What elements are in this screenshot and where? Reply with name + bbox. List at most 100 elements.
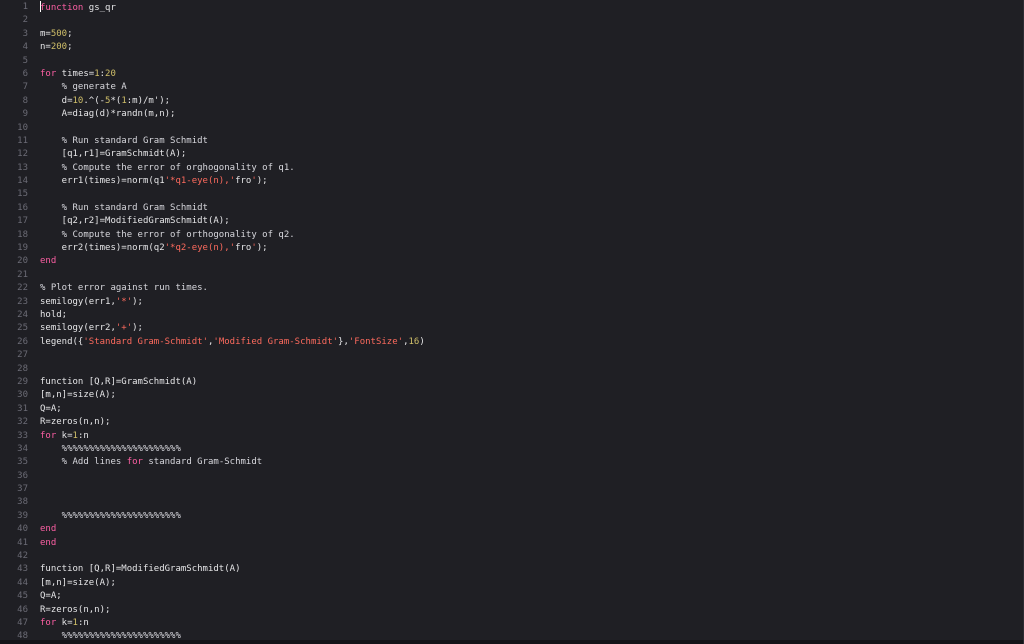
code-line[interactable]: 42 bbox=[0, 550, 1023, 563]
code-line[interactable]: 11 % Run standard Gram Schmidt bbox=[0, 135, 1023, 148]
code-line[interactable]: 27 bbox=[0, 349, 1023, 362]
line-text[interactable]: Q=A; bbox=[28, 590, 62, 603]
code-line[interactable]: 8 d=10.^(-5*(1:m)/m'); bbox=[0, 95, 1023, 108]
line-text[interactable]: % generate A bbox=[28, 81, 127, 94]
code-line[interactable]: 21 bbox=[0, 269, 1023, 282]
line-text[interactable]: function [Q,R]=GramSchmidt(A) bbox=[28, 376, 197, 389]
code-line[interactable]: 4 n=200; bbox=[0, 41, 1023, 54]
code-line[interactable]: 3 m=500; bbox=[0, 28, 1023, 41]
code-line[interactable]: 33 for k=1:n bbox=[0, 430, 1023, 443]
line-text[interactable]: % Compute the error of orghogonality of … bbox=[28, 162, 295, 175]
line-text[interactable]: Q=A; bbox=[28, 403, 62, 416]
code-line[interactable]: 31 Q=A; bbox=[0, 403, 1023, 416]
code-line[interactable]: 41 end bbox=[0, 537, 1023, 550]
line-text[interactable]: end bbox=[28, 255, 56, 268]
line-text[interactable]: A=diag(d)*randn(m,n); bbox=[28, 108, 176, 121]
code-line[interactable]: 32 R=zeros(n,n); bbox=[0, 416, 1023, 429]
code-line[interactable]: 39 %%%%%%%%%%%%%%%%%%%%%% bbox=[0, 510, 1023, 523]
code-line[interactable]: 1 function gs_qr bbox=[0, 1, 1023, 14]
line-text[interactable]: % Run standard Gram Schmidt bbox=[28, 202, 208, 215]
line-text[interactable]: % Plot error against run times. bbox=[28, 282, 208, 295]
code-line[interactable]: 47 for k=1:n bbox=[0, 617, 1023, 630]
code-line[interactable]: 29 function [Q,R]=GramSchmidt(A) bbox=[0, 376, 1023, 389]
line-text[interactable]: [m,n]=size(A); bbox=[28, 389, 116, 402]
code-line[interactable]: 2 bbox=[0, 14, 1023, 27]
code-line[interactable]: 26 legend({'Standard Gram-Schmidt','Modif… bbox=[0, 336, 1023, 349]
code-line[interactable]: 38 bbox=[0, 496, 1023, 509]
code-line[interactable]: 13 % Compute the error of orghogonality … bbox=[0, 162, 1023, 175]
line-text[interactable]: m=500; bbox=[28, 28, 73, 41]
line-text[interactable]: n=200; bbox=[28, 41, 73, 54]
code-line[interactable]: 15 bbox=[0, 188, 1023, 201]
line-text[interactable] bbox=[28, 483, 40, 496]
line-text[interactable]: legend({'Standard Gram-Schmidt','Modifie… bbox=[28, 336, 425, 349]
line-text[interactable]: % Compute the error of orthogonality of … bbox=[28, 229, 295, 242]
line-text[interactable]: err1(times)=norm(q1'*q1-eye(n),'fro'); bbox=[28, 175, 268, 188]
code-line[interactable]: 36 bbox=[0, 470, 1023, 483]
line-text[interactable] bbox=[28, 363, 40, 376]
line-text[interactable]: %%%%%%%%%%%%%%%%%%%%%% bbox=[28, 630, 181, 643]
code-line[interactable]: 9 A=diag(d)*randn(m,n); bbox=[0, 108, 1023, 121]
line-text[interactable]: end bbox=[28, 537, 56, 550]
line-text[interactable]: for k=1:n bbox=[28, 617, 89, 630]
line-text[interactable]: [m,n]=size(A); bbox=[28, 577, 116, 590]
code-line[interactable]: 35 % Add lines for standard Gram-Schmidt bbox=[0, 456, 1023, 469]
code-line[interactable]: 6 for times=1:20 bbox=[0, 68, 1023, 81]
code-line[interactable]: 10 bbox=[0, 122, 1023, 135]
line-text[interactable] bbox=[28, 550, 40, 563]
code-line[interactable]: 12 [q1,r1]=GramSchmidt(A); bbox=[0, 148, 1023, 161]
code-line[interactable]: 34 %%%%%%%%%%%%%%%%%%%%%% bbox=[0, 443, 1023, 456]
code-line[interactable]: 23 semilogy(err1,'*'); bbox=[0, 296, 1023, 309]
line-text[interactable] bbox=[28, 122, 40, 135]
code-line[interactable]: 40 end bbox=[0, 523, 1023, 536]
code-line[interactable]: 45 Q=A; bbox=[0, 590, 1023, 603]
line-number: 9 bbox=[22, 109, 28, 120]
line-text[interactable]: for k=1:n bbox=[28, 430, 89, 443]
line-text[interactable] bbox=[28, 14, 40, 27]
code-line[interactable]: 48 %%%%%%%%%%%%%%%%%%%%%% bbox=[0, 630, 1023, 643]
line-text[interactable] bbox=[28, 269, 40, 282]
code-area[interactable]: 1 function gs_qr 2 3 m=500; 4 n=200; 5 6 for time… bbox=[0, 1, 1023, 644]
code-line[interactable]: 22 % Plot error against run times. bbox=[0, 282, 1023, 295]
line-text[interactable]: semilogy(err2,'+'); bbox=[28, 322, 143, 335]
line-text[interactable]: err2(times)=norm(q2'*q2-eye(n),'fro'); bbox=[28, 242, 268, 255]
line-text[interactable] bbox=[28, 470, 40, 483]
line-text[interactable]: semilogy(err1,'*'); bbox=[28, 296, 143, 309]
line-text[interactable]: %%%%%%%%%%%%%%%%%%%%%% bbox=[28, 510, 181, 523]
line-text[interactable]: for times=1:20 bbox=[28, 68, 116, 81]
code-line[interactable]: 30 [m,n]=size(A); bbox=[0, 389, 1023, 402]
line-text[interactable] bbox=[28, 55, 40, 68]
line-text[interactable]: end bbox=[28, 523, 56, 536]
code-line[interactable]: 46 R=zeros(n,n); bbox=[0, 604, 1023, 617]
code-line[interactable]: 20 end bbox=[0, 255, 1023, 268]
line-text[interactable]: function gs_qr bbox=[28, 1, 116, 14]
code-line[interactable]: 16 % Run standard Gram Schmidt bbox=[0, 202, 1023, 215]
code-token: n= bbox=[40, 42, 51, 53]
code-line[interactable]: 14 err1(times)=norm(q1'*q1-eye(n),'fro')… bbox=[0, 175, 1023, 188]
code-line[interactable]: 18 % Compute the error of orthogonality … bbox=[0, 229, 1023, 242]
line-text[interactable]: [q1,r1]=GramSchmidt(A); bbox=[28, 148, 187, 161]
line-text[interactable]: R=zeros(n,n); bbox=[28, 416, 110, 429]
code-line[interactable]: 25 semilogy(err2,'+'); bbox=[0, 322, 1023, 335]
line-text[interactable]: R=zeros(n,n); bbox=[28, 604, 110, 617]
code-line[interactable]: 44 [m,n]=size(A); bbox=[0, 577, 1023, 590]
code-line[interactable]: 19 err2(times)=norm(q2'*q2-eye(n),'fro')… bbox=[0, 242, 1023, 255]
code-line[interactable]: 17 [q2,r2]=ModifiedGramSchmidt(A); bbox=[0, 215, 1023, 228]
code-line[interactable]: 37 bbox=[0, 483, 1023, 496]
line-text[interactable]: [q2,r2]=ModifiedGramSchmidt(A); bbox=[28, 215, 230, 228]
line-text[interactable]: % Add lines for standard Gram-Schmidt bbox=[28, 456, 263, 469]
code-line[interactable]: 7 % generate A bbox=[0, 81, 1023, 94]
line-text[interactable]: d=10.^(-5*(1:m)/m'); bbox=[28, 95, 170, 108]
line-text[interactable] bbox=[28, 496, 40, 509]
line-text[interactable]: function [Q,R]=ModifiedGramSchmidt(A) bbox=[28, 563, 240, 576]
code-line[interactable]: 5 bbox=[0, 55, 1023, 68]
code-line[interactable]: 43 function [Q,R]=ModifiedGramSchmidt(A) bbox=[0, 563, 1023, 576]
code-line[interactable]: 24 hold; bbox=[0, 309, 1023, 322]
line-text[interactable]: hold; bbox=[28, 309, 67, 322]
line-text[interactable] bbox=[28, 188, 40, 201]
code-editor[interactable]: 1 function gs_qr 2 3 m=500; 4 n=200; 5 6 for time… bbox=[0, 0, 1024, 644]
line-text[interactable] bbox=[28, 349, 40, 362]
line-text[interactable]: %%%%%%%%%%%%%%%%%%%%%% bbox=[28, 443, 181, 456]
line-text[interactable]: % Run standard Gram Schmidt bbox=[28, 135, 208, 148]
code-line[interactable]: 28 bbox=[0, 363, 1023, 376]
